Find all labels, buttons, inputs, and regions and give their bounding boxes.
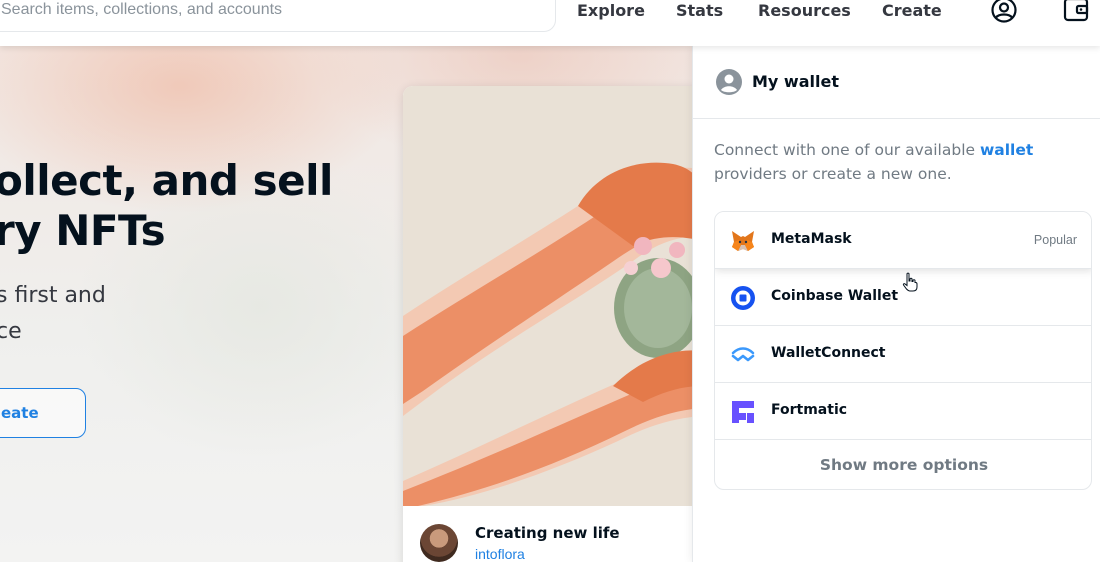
top-navbar: Explore Stats Resources Create — [0, 0, 1100, 46]
description-text-end: providers or create a new one. — [714, 165, 952, 183]
featured-card-title: Creating new life — [475, 524, 620, 542]
creator-avatar[interactable] — [420, 524, 458, 562]
wallet-name: WalletConnect — [771, 345, 886, 361]
account-circle-icon — [716, 69, 742, 95]
hero-title-line-2: ry NFTs — [0, 206, 166, 255]
walletconnect-icon — [731, 347, 755, 362]
search-input[interactable] — [1, 1, 555, 19]
featured-card-footer: Creating new life intoflora — [403, 506, 692, 562]
coinbase-icon — [731, 286, 755, 310]
nav-explore-link[interactable]: Explore — [577, 0, 645, 22]
description-text: Connect with one of our available — [714, 141, 980, 159]
wallet-icon[interactable] — [1062, 0, 1090, 24]
popular-badge: Popular — [1033, 233, 1077, 247]
show-more-options-button[interactable]: Show more options — [715, 440, 1091, 489]
wallet-panel: My wallet Connect with one of our availa… — [692, 46, 1100, 562]
featured-nft-card[interactable]: Creating new life intoflora — [403, 86, 692, 562]
hero-title: ollect, and sell ry NFTs — [0, 156, 394, 256]
wallet-option-fortmatic[interactable]: Fortmatic — [715, 383, 1091, 440]
wallet-panel-header: My wallet — [693, 46, 1100, 119]
wallet-provider-list: MetaMask Popular Coinbase Wallet WalletC… — [714, 211, 1092, 490]
account-circle-icon[interactable] — [990, 0, 1018, 24]
featured-nft-image — [403, 86, 692, 506]
nav-resources-link[interactable]: Resources — [758, 0, 851, 22]
wallet-info-link[interactable]: wallet — [980, 141, 1033, 159]
wallet-option-walletconnect[interactable]: WalletConnect — [715, 326, 1091, 383]
wallet-name: MetaMask — [771, 231, 852, 247]
metamask-fox-icon — [732, 231, 754, 251]
hero-subtitle: s first and ce — [0, 278, 296, 350]
wallet-name: Fortmatic — [771, 402, 848, 418]
fortmatic-icon — [732, 401, 754, 423]
hero-subtitle-line-2: ce — [0, 319, 22, 344]
nav-create-link[interactable]: Create — [882, 0, 942, 22]
nav-stats-link[interactable]: Stats — [676, 0, 723, 22]
search-bar[interactable] — [0, 0, 556, 32]
hero-subtitle-line-1: s first and — [0, 283, 106, 308]
wallet-panel-title: My wallet — [752, 72, 839, 91]
hand-cursor-icon — [902, 272, 918, 292]
hero-title-line-1: ollect, and sell — [0, 156, 333, 205]
wallet-option-metamask[interactable]: MetaMask Popular — [715, 212, 1091, 269]
hero-section: ollect, and sell ry NFTs s first and ce … — [0, 46, 692, 562]
wallet-name: Coinbase Wallet — [771, 288, 899, 304]
wallet-panel-description: Connect with one of our available wallet… — [714, 138, 1084, 186]
create-button[interactable]: eate — [0, 388, 86, 438]
featured-card-author-link[interactable]: intoflora — [475, 546, 525, 562]
